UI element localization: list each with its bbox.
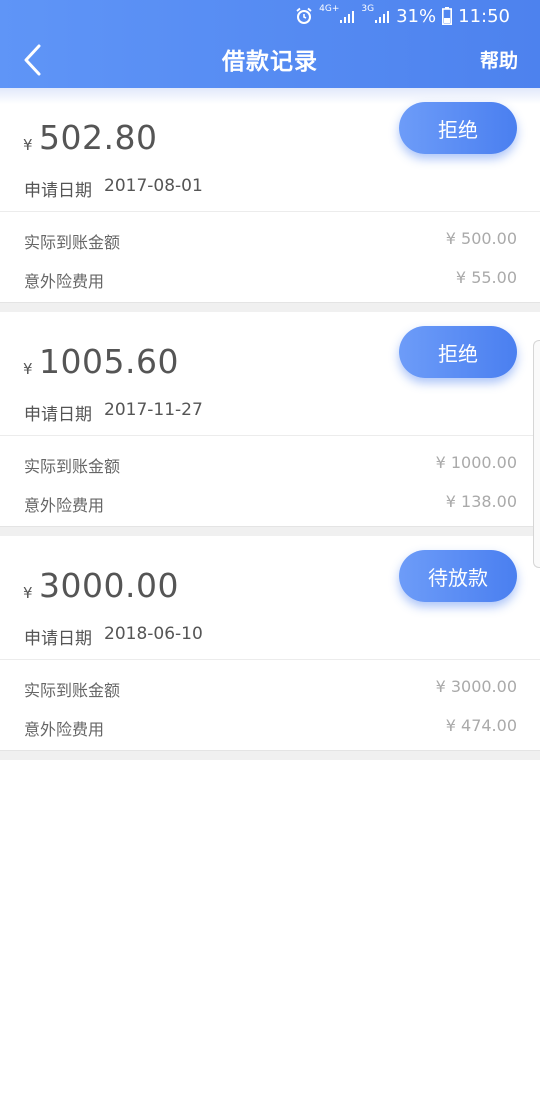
- status-icons: 4G+ 3G 31% 11:50: [295, 4, 510, 28]
- actual-amount-value: ¥ 1000.00: [435, 453, 517, 472]
- page-title: 借款记录: [222, 49, 318, 75]
- battery-icon: [442, 7, 453, 25]
- currency-symbol: ¥: [23, 360, 33, 378]
- signal-4g-icon: 4G+: [319, 4, 355, 24]
- apply-date-value: 2017-08-01: [104, 176, 203, 196]
- apply-date: 申请日期 2017-08-01: [24, 176, 203, 201]
- nav-bar: 借款记录 帮助: [0, 32, 540, 88]
- actual-amount-label: 实际到账金额: [24, 681, 121, 700]
- insurance-fee-label: 意外险费用: [24, 272, 105, 291]
- loan-amount: 502.80: [39, 118, 158, 157]
- loan-record-card: ¥ 3000.00 申请日期 2018-06-10 待放款 实际到账金额 ¥ 3…: [0, 536, 540, 750]
- loan-amount: 3000.00: [39, 566, 179, 605]
- apply-date-label: 申请日期: [24, 181, 92, 201]
- actual-amount-value: ¥ 3000.00: [435, 677, 517, 696]
- status-bar: 4G+ 3G 31% 11:50: [0, 0, 540, 32]
- apply-date-value: 2018-06-10: [104, 624, 203, 644]
- apply-date-label: 申请日期: [24, 405, 92, 425]
- insurance-fee-label: 意外险费用: [24, 496, 105, 515]
- actual-amount-row: 实际到账金额 ¥ 500.00: [0, 219, 540, 258]
- currency-symbol: ¥: [23, 584, 33, 602]
- actual-amount-row: 实际到账金额 ¥ 1000.00: [0, 443, 540, 482]
- loan-record-list: ¥ 502.80 申请日期 2017-08-01 拒绝 实际到账金额 ¥ 500…: [0, 88, 540, 760]
- insurance-fee-row: 意外险费用 ¥ 138.00: [0, 482, 540, 521]
- clock-time: 11:50: [458, 5, 510, 27]
- apply-date-value: 2017-11-27: [104, 400, 203, 420]
- card-divider: [0, 526, 540, 536]
- header-shadow: [0, 88, 540, 104]
- card-divider: [0, 302, 540, 312]
- signal-3g-icon: 3G: [361, 4, 390, 24]
- actual-amount-value: ¥ 500.00: [445, 229, 517, 248]
- apply-date-label: 申请日期: [24, 629, 92, 649]
- alarm-icon: [295, 7, 313, 25]
- actual-amount-label: 实际到账金额: [24, 457, 121, 476]
- app-header: 4G+ 3G 31% 11:50 借款记录 帮助: [0, 0, 540, 88]
- card-summary: ¥ 502.80 申请日期 2017-08-01 拒绝: [0, 88, 540, 212]
- status-button[interactable]: 拒绝: [399, 102, 517, 154]
- card-divider: [0, 750, 540, 760]
- insurance-fee-row: 意外险费用 ¥ 474.00: [0, 706, 540, 745]
- loan-record-card: ¥ 1005.60 申请日期 2017-11-27 拒绝 实际到账金额 ¥ 10…: [0, 312, 540, 526]
- status-button[interactable]: 拒绝: [399, 326, 517, 378]
- edge-panel-handle[interactable]: [533, 340, 540, 568]
- network-type-label-2: 3G: [361, 4, 375, 14]
- help-button[interactable]: 帮助: [480, 46, 518, 73]
- insurance-fee-value: ¥ 138.00: [445, 492, 517, 511]
- apply-date: 申请日期 2018-06-10: [24, 624, 203, 649]
- currency-symbol: ¥: [23, 136, 33, 154]
- apply-date: 申请日期 2017-11-27: [24, 400, 203, 425]
- loan-amount: 1005.60: [39, 342, 179, 381]
- network-type-label: 4G+: [319, 4, 340, 14]
- card-summary: ¥ 1005.60 申请日期 2017-11-27 拒绝: [0, 312, 540, 436]
- insurance-fee-value: ¥ 55.00: [455, 268, 517, 287]
- loan-record-card: ¥ 502.80 申请日期 2017-08-01 拒绝 实际到账金额 ¥ 500…: [0, 88, 540, 302]
- insurance-fee-label: 意外险费用: [24, 720, 105, 739]
- actual-amount-row: 实际到账金额 ¥ 3000.00: [0, 667, 540, 706]
- battery-percent: 31%: [396, 5, 437, 27]
- insurance-fee-value: ¥ 474.00: [445, 716, 517, 735]
- card-summary: ¥ 3000.00 申请日期 2018-06-10 待放款: [0, 536, 540, 660]
- insurance-fee-row: 意外险费用 ¥ 55.00: [0, 258, 540, 297]
- actual-amount-label: 实际到账金额: [24, 233, 121, 252]
- status-button[interactable]: 待放款: [399, 550, 517, 602]
